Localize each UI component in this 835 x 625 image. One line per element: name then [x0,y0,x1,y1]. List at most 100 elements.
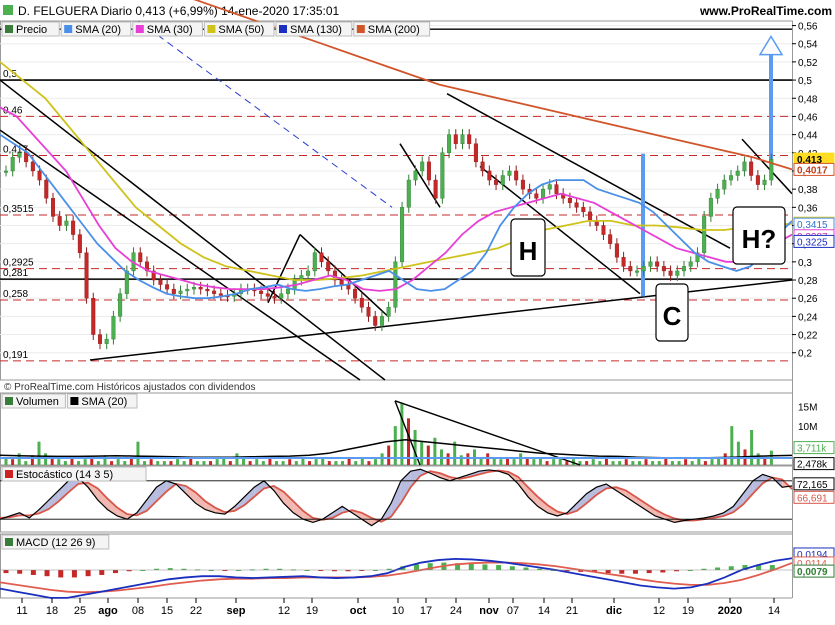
stoch-value-label: 72,165 [797,480,828,491]
volume-bar [162,461,166,465]
volume-bar [684,459,688,465]
candle-body [185,288,190,292]
volume-bar [281,461,285,465]
candle-body [413,170,418,181]
stoch-fill [528,487,538,507]
candle-body [621,257,626,267]
stoch-fill [58,480,69,502]
volume-bar [37,441,41,465]
candle-body [460,134,465,144]
candle-body [279,293,284,299]
candle-body [426,161,431,181]
volume-bar [670,461,674,465]
candle-body [3,170,8,173]
volume-bar [209,461,213,465]
trend-small-1 [267,234,301,304]
candle-body [373,316,378,326]
xtick-label: 19 [306,605,318,617]
macd-histogram-bar [85,570,91,577]
legend-swatch [207,25,216,33]
legend-swatch [5,470,13,478]
legend-label: MACD (12 26 9) [16,537,95,549]
stock-chart: D. FELGUERA Diario 0,413 (+6,99%) 14-ene… [0,0,835,620]
macd-histogram-bar [482,564,488,570]
candle-body [494,179,499,185]
candle-body [608,234,613,244]
xtick-label: 12 [653,605,665,617]
chart-title: D. FELGUERA Diario 0,413 (+6,99%) 14-ene… [18,4,340,18]
candle-body [50,198,55,217]
volume-bar [44,453,48,465]
vol-value-label: 2,478k [797,460,828,471]
candle-body [212,290,217,294]
volume-bar [261,461,265,465]
blue-dashed-trend [138,20,393,208]
volume-bar [545,461,549,465]
volume-bar [459,455,463,465]
vol-ytick-label: 15M [798,403,817,414]
legend-label: SMA (30) [147,24,193,36]
volume-panel: 15M10M5M3,711k2,478kVolumenSMA (20) [0,393,835,471]
macd-histogram-bar [523,567,529,570]
candle-body [487,170,492,181]
candle-body [84,252,89,299]
legend-swatch [356,25,365,33]
volume-bar [248,461,252,465]
volume-bar [83,459,87,465]
instrument-icon [3,5,13,15]
volume-bar [24,461,28,465]
volume-bar [110,461,114,465]
candle-body [124,270,129,294]
volume-bar [235,453,239,465]
volume-bar [644,459,648,465]
candle-body [702,216,707,253]
macd-histogram-bar [632,570,638,574]
volume-bar [57,459,61,465]
candle-body [473,143,478,163]
macd-histogram-bar [619,570,625,574]
volume-bar [750,430,754,465]
ytick-label: 0,46 [798,112,818,123]
candle-body [420,161,425,172]
macd-histogram-bar [414,564,420,570]
candle-body [755,175,760,185]
ytick-label: 0,26 [798,294,818,305]
legend-label: SMA (130) [290,24,342,36]
volume-bar [486,453,490,465]
macd-histogram-bar [71,570,77,578]
volume-bar [288,459,292,465]
projection-bar [769,54,773,162]
xtick-label: ago [98,605,118,617]
candle-body [118,293,123,317]
xtick-label: 14 [538,605,550,617]
legend-label: SMA (20) [75,24,121,36]
copyright-text: © ProRealTime.com Históricos ajustados c… [4,382,256,393]
ytick-label: 0,2 [798,349,812,360]
ytick-label: 0,28 [798,276,818,287]
candle-body [158,279,163,285]
candle-body [749,161,754,176]
volume-bar [103,455,107,465]
macd-histogram-bar [58,570,64,578]
volume-bar [341,461,345,465]
macd-panel: 0,01940,01140,0079MACD (12 26 9) [0,534,835,599]
volume-bar [512,459,516,465]
volume-bar [552,459,556,465]
volume-bar [651,461,655,465]
candle-body [326,261,331,272]
candle-body [306,270,311,276]
candle-body [635,270,640,273]
candle-body [111,316,116,340]
volume-bar [387,445,391,465]
legend-swatch [64,25,73,33]
volume-bar [275,461,279,465]
volume-bar [314,459,318,465]
legend-label: SMA (50) [218,24,264,36]
candle-body [715,188,720,199]
volume-bar [657,461,661,465]
candle-body [178,290,183,294]
volume-bar [77,461,81,465]
stoch-fill [97,488,108,510]
volume-bar [400,402,404,465]
candle-body [447,134,452,153]
